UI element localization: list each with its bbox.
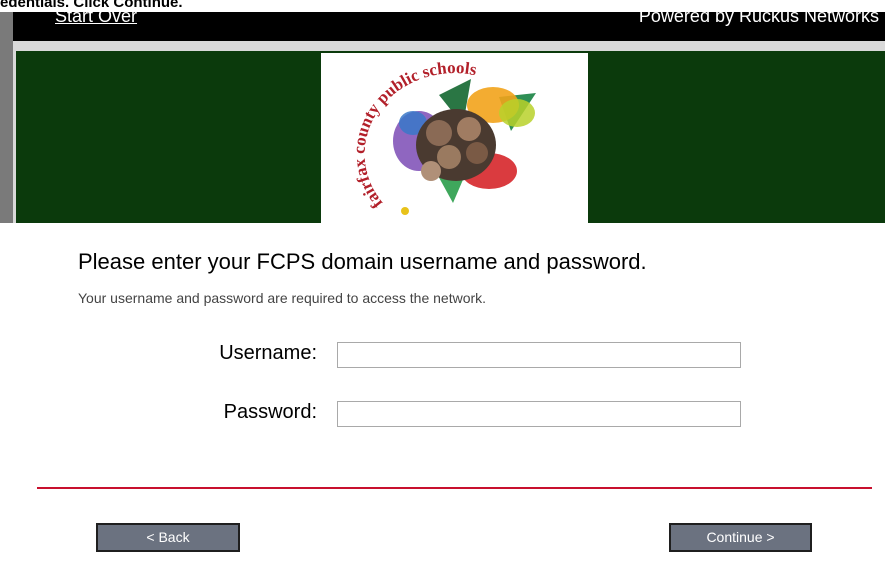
username-label: Username:	[219, 342, 317, 364]
username-field[interactable]	[337, 342, 741, 368]
form-divider	[37, 487, 872, 489]
password-label: Password:	[223, 401, 317, 423]
fcps-logo: fairfax county public schools	[321, 53, 588, 223]
back-button[interactable]: < Back	[96, 523, 240, 552]
start-over-link[interactable]: Start Over	[55, 5, 137, 27]
page-subtext: Your username and password are required …	[78, 290, 487, 306]
top-bar: Start Over Powered by Ruckus Networks	[13, 6, 885, 41]
password-field[interactable]	[337, 401, 741, 427]
fcps-logo-image: fairfax county public schools	[350, 58, 536, 215]
powered-by-text: Powered by Ruckus Networks	[638, 6, 879, 26]
banner: fairfax county public schools	[16, 51, 885, 223]
left-rail	[0, 12, 13, 223]
page-heading: Please enter your FCPS domain username a…	[78, 249, 647, 274]
continue-button[interactable]: Continue >	[669, 523, 812, 552]
